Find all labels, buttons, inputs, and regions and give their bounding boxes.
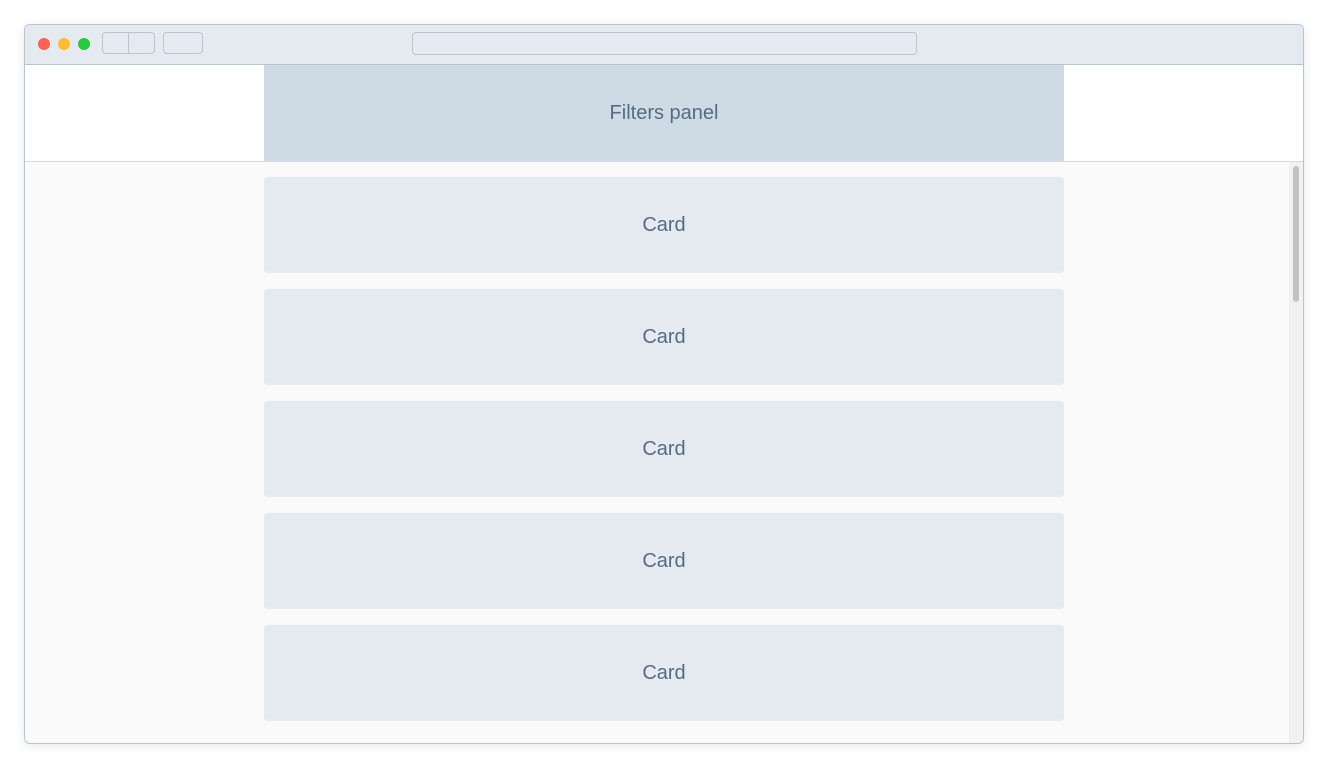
card-4[interactable]: Card [264,513,1064,609]
card-1[interactable]: Card [264,177,1064,273]
card-label: Card [642,661,686,684]
address-bar[interactable] [412,32,917,55]
browser-window: Filters panel Card Card Card Card Card [24,24,1304,744]
card-label: Card [642,213,686,236]
card-label: Card [642,325,686,348]
card-5[interactable]: Card [264,625,1064,721]
sticky-header: Filters panel [25,65,1303,162]
card-3[interactable]: Card [264,401,1064,497]
vertical-scrollbar[interactable] [1289,162,1303,743]
card-label: Card [642,437,686,460]
minimize-window-button[interactable] [58,38,70,50]
filters-panel-label: Filters panel [609,101,719,124]
title-bar [25,25,1303,65]
filters-panel[interactable]: Filters panel [264,65,1064,161]
scrollbar-thumb[interactable] [1293,166,1299,302]
close-window-button[interactable] [38,38,50,50]
scroll-content: Card Card Card Card Card [25,162,1289,743]
card-label: Card [642,549,686,572]
back-button[interactable] [102,32,129,54]
forward-button[interactable] [128,32,155,54]
maximize-window-button[interactable] [78,38,90,50]
card-2[interactable]: Card [264,289,1064,385]
tab-overview-button[interactable] [163,32,203,54]
